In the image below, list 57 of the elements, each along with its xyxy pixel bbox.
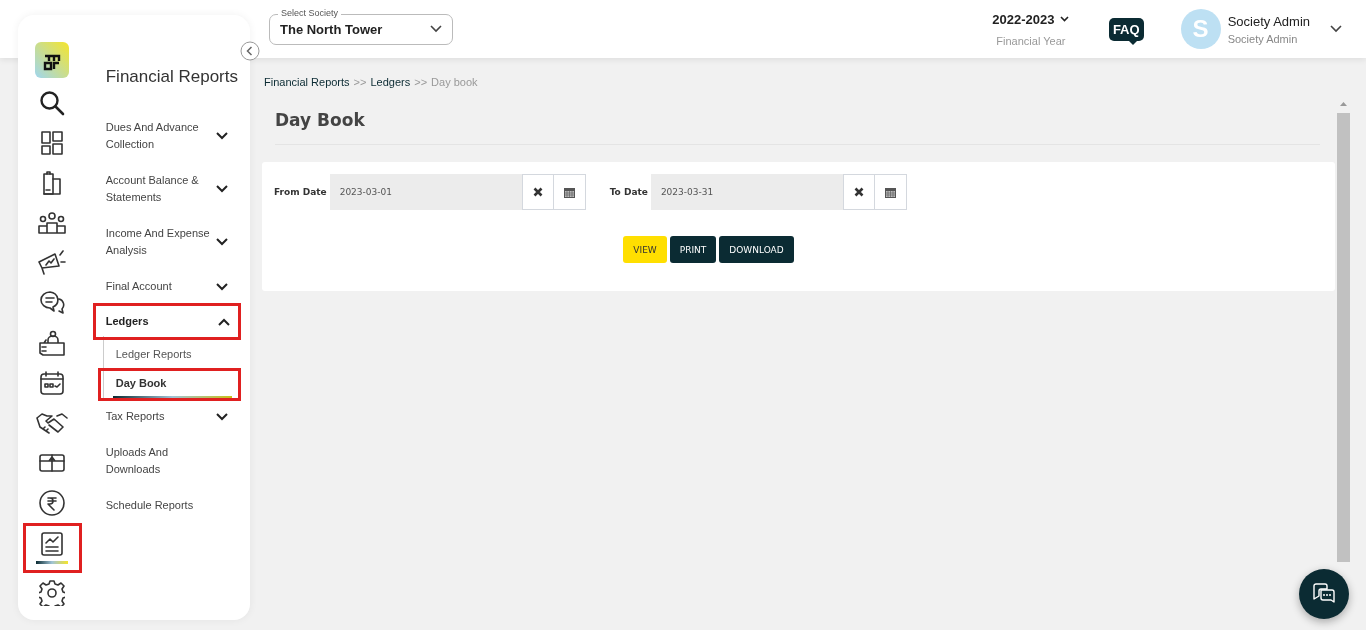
chat-bubbles-icon: [1312, 583, 1336, 605]
menu-item[interactable]: Income And Expense Analysis: [105, 225, 238, 259]
view-button[interactable]: VIEW: [623, 236, 667, 263]
date-label: To Date: [609, 187, 648, 197]
search-icon[interactable]: [39, 90, 66, 116]
menu-item[interactable]: Account Balance & Statements: [105, 172, 238, 206]
people-icon[interactable]: [38, 212, 67, 234]
action-button[interactable]: DOWNLOAD: [719, 236, 794, 263]
date-label: From Date: [274, 187, 327, 197]
gift-box-icon[interactable]: [39, 454, 66, 472]
calendar-icon: [563, 186, 575, 198]
breadcrumb-separator: >>: [353, 76, 367, 88]
rupee-coin-icon[interactable]: [39, 490, 66, 516]
collapse-toggle-icon[interactable]: [240, 41, 260, 61]
report-chart-icon[interactable]: [41, 532, 64, 556]
calendar-button[interactable]: [874, 174, 907, 210]
chat-bubbles-icon[interactable]: [39, 291, 66, 315]
menu-item[interactable]: Uploads And Downloads: [105, 444, 238, 478]
close-icon: [532, 187, 543, 197]
clear-button[interactable]: [842, 174, 875, 210]
calendar-icon[interactable]: [40, 371, 65, 395]
date-field[interactable]: 2023-03-01: [329, 174, 522, 210]
building-icon[interactable]: [43, 171, 62, 195]
submenu-item[interactable]: Ledger Reports: [103, 336, 238, 365]
breadcrumb-link[interactable]: Financial Reports: [264, 76, 350, 88]
clear-button[interactable]: [521, 174, 554, 210]
scrollbar[interactable]: [1337, 100, 1350, 562]
date-field[interactable]: 2023-03-31: [650, 174, 843, 210]
user-name: Society Admin: [1227, 13, 1310, 29]
menu-item[interactable]: Tax Reports: [105, 408, 238, 425]
handshake-icon[interactable]: [36, 412, 69, 434]
close-icon: [853, 187, 864, 197]
reception-desk-icon[interactable]: [38, 330, 67, 356]
menu-item[interactable]: Dues And Advance Collection: [105, 119, 238, 153]
menu-item[interactable]: Schedule Reports: [105, 497, 238, 514]
calendar-button[interactable]: [553, 174, 586, 210]
field-label: Select Society: [278, 7, 342, 18]
financial-year-select[interactable]: 2022-2023: [992, 11, 1070, 27]
calendar-icon: [884, 186, 896, 198]
menu-item[interactable]: Final Account: [105, 278, 238, 295]
page-title: Day Book: [275, 110, 1320, 145]
user-role: Society Admin: [1227, 32, 1299, 45]
breadcrumb-current: Day book: [431, 76, 478, 88]
chevron-down-icon[interactable]: [1330, 25, 1342, 33]
chevron-down-icon: [430, 25, 442, 33]
settings-icon[interactable]: [39, 580, 66, 606]
section-title: Financial Reports: [105, 67, 238, 87]
breadcrumb-separator: >>: [414, 76, 428, 88]
financial-year-caption: Financial Year: [996, 34, 1066, 47]
breadcrumb-link[interactable]: Ledgers: [370, 76, 411, 88]
dashboard-icon[interactable]: [41, 131, 64, 155]
chat-button[interactable]: [1299, 569, 1349, 619]
megaphone-icon[interactable]: [37, 250, 68, 276]
menu-item[interactable]: Ledgers: [95, 306, 238, 337]
action-button[interactable]: PRINT: [669, 236, 717, 263]
app-logo-icon[interactable]: [35, 42, 70, 78]
chevron-down-icon: [1060, 16, 1070, 22]
